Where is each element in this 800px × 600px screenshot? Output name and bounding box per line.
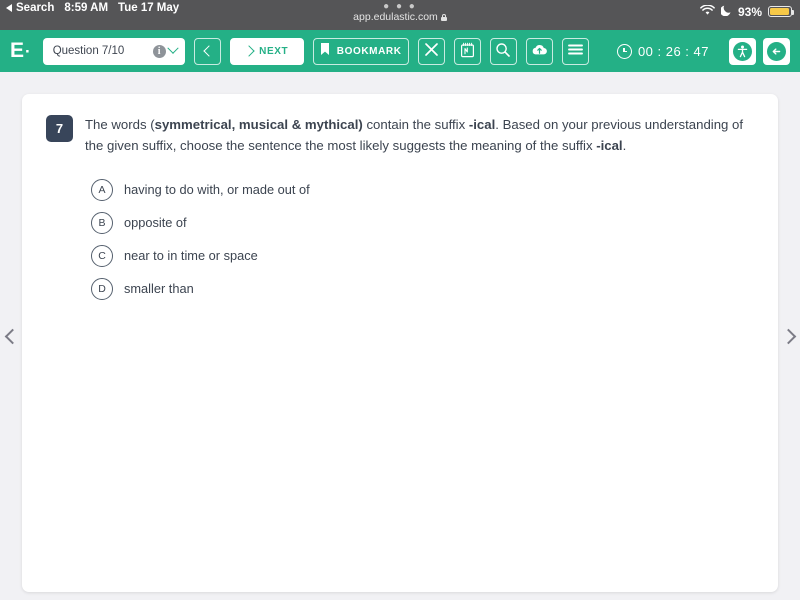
exit-test-button[interactable]	[763, 37, 790, 65]
question-text: The words (symmetrical, musical & mythic…	[85, 114, 754, 156]
edulastic-app: E · Question 7/10 i NEXT BOOKMARK 00: 2…	[0, 30, 800, 600]
browser-address-area: ● ● ● app.edulastic.com	[0, 2, 800, 24]
answer-option-b[interactable]: Bopposite of	[91, 206, 754, 239]
option-label: opposite of	[124, 215, 187, 230]
info-icon[interactable]: i	[152, 44, 166, 58]
answer-option-d[interactable]: Dsmaller than	[91, 272, 754, 305]
question-selector-icons: i	[152, 42, 179, 58]
question-selector-label: Question 7/10	[52, 45, 125, 57]
timer-value: 00 : 26 : 47	[637, 43, 709, 59]
ios-status-bar: Search 8:59 AM Tue 17 May ● ● ● app.edul…	[0, 0, 800, 30]
question-text-plain: .	[622, 138, 627, 153]
chevron-left-icon	[4, 328, 20, 344]
lock-icon	[440, 14, 447, 21]
bookmark-button-label: BOOKMARK	[336, 45, 402, 57]
answer-option-a[interactable]: Ahaving to do with, or made out of	[91, 173, 754, 206]
countdown-timer: 00 : 26 : 47	[616, 43, 709, 59]
question-text-plain: The words (	[85, 117, 155, 132]
option-label: smaller than	[124, 281, 194, 296]
option-letter: B	[91, 211, 113, 234]
logo-letter: E	[10, 39, 25, 62]
moon-icon	[719, 4, 732, 19]
question-text-plain: contain the suffix	[362, 117, 469, 132]
question-number-badge: 7	[46, 115, 73, 142]
question-text-bold: -ical	[596, 138, 623, 153]
save-to-cloud-button[interactable]	[525, 37, 553, 65]
accessibility-button[interactable]	[729, 37, 756, 65]
next-button-label: NEXT	[259, 45, 289, 57]
chevron-left-icon	[203, 45, 215, 57]
option-letter: A	[91, 178, 113, 201]
question-card: 7 The words (symmetrical, musical & myth…	[22, 94, 778, 592]
answer-option-c[interactable]: Cnear to in time or space	[91, 239, 754, 272]
question-header-row: 7 The words (symmetrical, musical & myth…	[46, 114, 754, 156]
assessment-toolbar: E · Question 7/10 i NEXT BOOKMARK 00: 2…	[0, 30, 800, 72]
answer-options-list: Ahaving to do with, or made out of Boppos…	[46, 173, 754, 305]
option-letter: D	[91, 277, 113, 300]
option-letter: C	[91, 244, 113, 267]
exit-icon	[767, 41, 786, 61]
search-icon	[495, 42, 511, 61]
clock-icon	[616, 43, 632, 59]
status-bar-right: 93%	[700, 3, 794, 19]
option-label: near to in time or space	[124, 248, 258, 263]
battery-percent: 93%	[737, 4, 762, 19]
address-bar[interactable]: app.edulastic.com	[0, 11, 800, 24]
close-icon	[424, 42, 439, 60]
chevron-down-icon	[167, 42, 179, 54]
battery-icon	[768, 6, 794, 17]
ipad-screen: Search 8:59 AM Tue 17 May ● ● ● app.edul…	[0, 0, 800, 600]
chevron-right-icon	[780, 328, 796, 344]
url-text: app.edulastic.com	[353, 11, 438, 23]
previous-question-arrow[interactable]	[0, 72, 24, 600]
chevron-right-icon	[243, 45, 255, 57]
notepad-icon	[460, 42, 475, 61]
accessibility-icon	[733, 41, 752, 61]
question-area: 7 The words (symmetrical, musical & myth…	[0, 72, 800, 600]
next-question-arrow[interactable]	[776, 72, 800, 600]
bookmark-button[interactable]: BOOKMARK	[312, 37, 409, 65]
question-selector-dropdown[interactable]: Question 7/10 i	[42, 37, 185, 65]
hamburger-menu-icon	[567, 43, 583, 59]
search-button[interactable]	[489, 37, 517, 65]
tab-dots-indicator: ● ● ●	[383, 1, 417, 12]
logo-dot: ·	[25, 42, 31, 61]
cloud-upload-icon	[531, 43, 548, 59]
close-button[interactable]	[417, 37, 445, 65]
edulastic-logo[interactable]: E ·	[10, 39, 31, 63]
bookmark-icon	[320, 43, 330, 59]
question-text-bold: -ical	[468, 117, 496, 132]
wifi-icon	[700, 3, 715, 19]
option-label: having to do with, or made out of	[124, 182, 310, 197]
menu-button[interactable]	[561, 37, 589, 65]
question-text-bold: symmetrical, musical & mythical)	[154, 117, 363, 132]
next-question-button[interactable]: NEXT	[229, 37, 304, 65]
previous-question-button[interactable]	[193, 37, 221, 65]
scratchpad-button[interactable]	[453, 37, 481, 65]
